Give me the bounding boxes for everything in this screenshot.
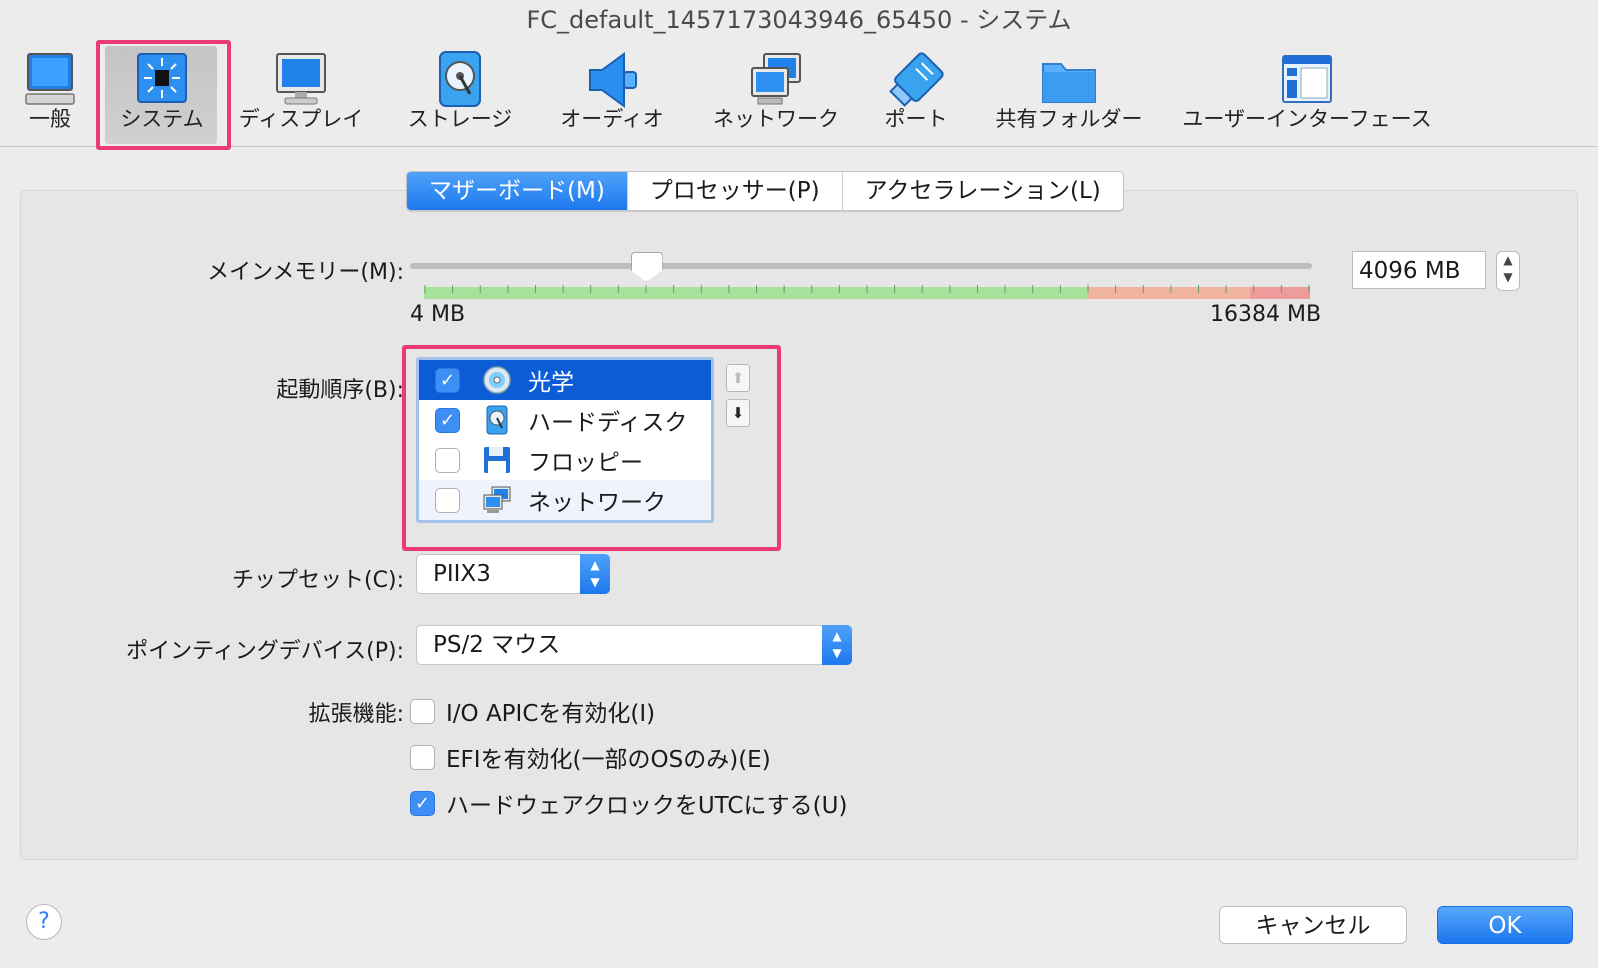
memory-value-field[interactable]: 4096 MB xyxy=(1352,251,1486,289)
ext-option-label: I/O APICを有効化(I) xyxy=(446,701,656,727)
stepper-up-icon[interactable]: ▲ xyxy=(1497,252,1519,269)
toolbar-item-general[interactable]: 一般 xyxy=(10,40,90,140)
toolbar-item-label: ユーザーインターフェース xyxy=(1182,107,1432,131)
ext-option-label: EFIを有効化(一部のOSのみ)(E) xyxy=(446,747,771,773)
toolbar-item-storage[interactable]: ストレージ xyxy=(400,40,520,140)
ext-option-label: ハードウェアクロックをUTCにする(U) xyxy=(446,793,848,819)
network-icon xyxy=(751,53,801,105)
chipset-select[interactable]: PIIX3 ▲ ▼ xyxy=(416,554,610,594)
efi-checkbox[interactable] xyxy=(410,744,435,770)
toolbar-item-label: ネットワーク xyxy=(713,107,839,131)
pointing-device-select[interactable]: PS/2 マウス ▲ ▼ xyxy=(416,625,852,665)
display-monitor-icon xyxy=(276,53,326,105)
tab-bar: マザーボード(M) プロセッサー(P) アクセラレーション(L) xyxy=(406,171,1124,211)
ext-option-utc-clock[interactable]: ✓ ハードウェアクロックをUTCにする(U) xyxy=(410,786,847,820)
toolbar-item-label: ディスプレイ xyxy=(238,107,364,131)
utc-clock-checkbox[interactable]: ✓ xyxy=(410,790,435,816)
chipset-label: チップセット(C): xyxy=(232,568,404,593)
port-connector-icon xyxy=(889,52,944,107)
toolbar-item-label: ポート xyxy=(884,107,948,131)
tab-processor[interactable]: プロセッサー(P) xyxy=(628,172,843,210)
ext-option-efi[interactable]: EFIを有効化(一部のOSのみ)(E) xyxy=(410,740,771,774)
audio-speaker-icon xyxy=(589,52,637,108)
pointing-device-value: PS/2 マウス xyxy=(433,632,561,658)
toolbar-item-port[interactable]: ポート xyxy=(868,40,964,140)
settings-toolbar: 一般 システム ディスプレイ ストレージ オーディオ ネットワーク ポート 共有… xyxy=(0,40,1598,147)
io-apic-checkbox[interactable] xyxy=(410,698,435,724)
toolbar-highlight-box xyxy=(96,40,231,150)
ok-button[interactable]: OK xyxy=(1437,906,1573,944)
window-title: FC_default_1457173043946_65450 - システム xyxy=(526,6,1072,34)
toolbar-item-display[interactable]: ディスプレイ xyxy=(236,40,366,140)
toolbar-item-audio[interactable]: オーディオ xyxy=(547,40,677,140)
user-interface-icon xyxy=(1282,55,1332,103)
pointing-device-label: ポインティングデバイス(P): xyxy=(126,639,404,664)
memory-scale-ticks xyxy=(424,285,1310,293)
tab-acceleration[interactable]: アクセラレーション(L) xyxy=(843,172,1123,210)
toolbar-item-user-interface[interactable]: ユーザーインターフェース xyxy=(1172,40,1442,140)
general-monitor-icon xyxy=(25,53,75,105)
toolbar-item-label: 一般 xyxy=(29,107,71,131)
ext-option-io-apic[interactable]: I/O APICを有効化(I) xyxy=(410,694,655,728)
cancel-button[interactable]: キャンセル xyxy=(1219,906,1407,944)
memory-stepper[interactable]: ▲ ▼ xyxy=(1496,251,1520,291)
toolbar-item-label: オーディオ xyxy=(560,107,664,131)
memory-min-label: 4 MB xyxy=(410,302,466,327)
memory-label: メインメモリー(M): xyxy=(207,260,404,285)
help-button[interactable]: ? xyxy=(26,904,62,940)
stepper-down-icon[interactable]: ▼ xyxy=(1497,269,1519,286)
chevron-updown-icon: ▲ ▼ xyxy=(822,625,852,665)
boot-order-label: 起動順序(B): xyxy=(276,378,404,403)
storage-disk-icon xyxy=(439,51,481,107)
toolbar-item-shared-folders[interactable]: 共有フォルダー xyxy=(984,40,1154,140)
tab-motherboard[interactable]: マザーボード(M) xyxy=(407,172,628,210)
chevron-updown-icon: ▲ ▼ xyxy=(580,554,610,594)
chipset-value: PIIX3 xyxy=(433,561,491,587)
toolbar-item-label: 共有フォルダー xyxy=(995,107,1143,131)
memory-max-label: 16384 MB xyxy=(1210,302,1322,327)
toolbar-item-network[interactable]: ネットワーク xyxy=(708,40,844,140)
extended-features-label: 拡張機能: xyxy=(308,702,404,727)
memory-slider-track[interactable] xyxy=(410,263,1312,269)
toolbar-item-label: ストレージ xyxy=(407,107,513,131)
shared-folder-icon xyxy=(1042,63,1096,103)
boot-order-highlight-box xyxy=(402,345,781,551)
